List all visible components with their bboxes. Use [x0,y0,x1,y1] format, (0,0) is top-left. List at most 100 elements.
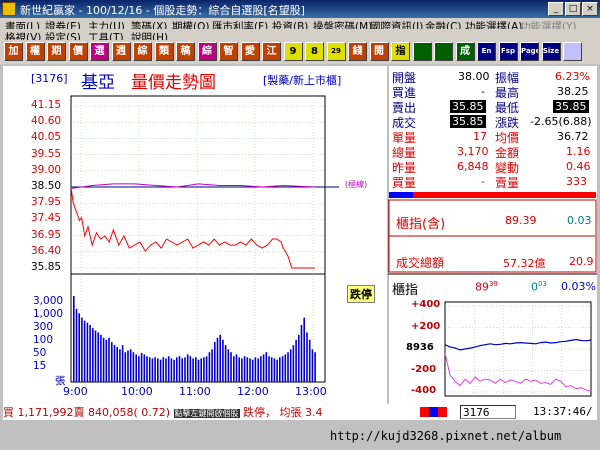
volume-bar [235,354,238,382]
volume-bar [192,358,194,382]
toolbar-button-3[interactable]: 價 [68,42,88,61]
volume-bar [167,356,170,382]
minimize-button[interactable]: _ [548,2,564,16]
toolbar-button-20[interactable] [434,42,453,61]
toolbar: 加權期價選週綜類稿綜智愛江 9 8 29 錢閱指成 En Fsp Page Size [0,40,600,64]
toolbar-button-13[interactable]: 9 [283,42,303,61]
toolbar-button-8[interactable]: 稿 [176,42,195,61]
volume-bar [270,357,273,382]
volume-bar [254,357,257,382]
volume-bar [83,320,86,382]
toolbar-button-25[interactable]: Size [541,42,561,61]
volume-bar [170,358,173,382]
volume-bar [246,357,249,382]
toolbar-button-7[interactable]: 類 [154,42,174,61]
volume-bar [94,330,97,382]
volume-bar [97,332,99,382]
toolbar-button-9[interactable]: 綜 [197,42,217,61]
market-label: [製藥/新上市櫃] [263,74,342,87]
time-tick: 9:00 [63,385,88,398]
volume-bar [268,356,270,382]
volume-bar [135,354,137,382]
toolbar-button-22[interactable]: En [477,42,496,61]
toolbar-button-21[interactable]: 成 [455,42,475,61]
toolbar-button-17[interactable]: 閱 [369,42,389,61]
turnover-value: 0.46 [566,160,591,173]
volume-bar [73,296,75,382]
volume-bar [227,349,230,382]
toolbar-button-1[interactable]: 權 [25,42,45,61]
toolbar-button-26[interactable] [563,42,582,61]
app-icon [2,2,16,16]
volume-bar [143,354,146,382]
volume-bar [186,354,189,382]
volume-bar [154,357,156,382]
volume-tick: 15 [33,360,47,372]
otc-chart-change-decimal: 03 [538,280,547,288]
toolbar-button-14[interactable]: 8 [305,42,324,61]
toolbar-button-6[interactable]: 綜 [133,42,152,61]
low-value: 35.85 [553,100,589,113]
volume-bar [124,352,127,382]
avg-price-value: 36.72 [557,130,589,143]
toolbar-button-0[interactable]: 加 [4,42,23,61]
volume-bar [105,339,108,382]
change-value: -2.65(6.88) [530,115,592,128]
stock-code-input[interactable] [460,405,516,419]
volume-bar [243,356,246,382]
limit-down-badge: 跌停 [347,285,375,303]
otc-tick: +400 [411,299,441,310]
volume-bar [113,345,116,382]
otc-chart-percent: 0.03% [561,280,596,293]
volume-bar [222,339,224,382]
volume-bar [178,356,181,382]
volume-bar [140,352,143,382]
volume-bar [300,325,303,382]
volume-bar [162,357,165,382]
high-value: 38.25 [557,85,589,98]
time-tick: 10:00 [121,385,153,398]
close-button[interactable]: × [582,2,598,16]
volume-bar [197,359,200,382]
toolbar-button-15[interactable]: 29 [326,42,346,61]
main-panel: [3176] 基亞 量價走勢圖 [製藥/新上市櫃] 41.15 40.60 40.0… [3,66,597,420]
volume-bar [233,356,235,382]
volume-bar [284,354,287,382]
volume-tick: 1,000 [33,308,64,320]
volume-bar [200,358,202,382]
volume-bar [211,349,213,382]
toolbar-button-16[interactable]: 錢 [348,42,367,61]
otc-tick: -200 [411,363,437,375]
toolbar-button-19[interactable] [412,42,432,61]
otc-index-value: 89.39 [505,214,537,227]
toolbar-button-23[interactable]: Fsp [498,42,518,61]
last-value: 35.85 [450,115,486,128]
ref-line-label: (極線) [345,180,368,189]
toolbar-button-10[interactable]: 智 [219,42,238,61]
otc-tick: -400 [411,385,437,396]
volume-bar [108,337,110,382]
volume-bar [75,308,78,382]
bid-value: - [481,85,485,98]
maximize-button[interactable]: □ [565,2,581,16]
volume-bar [314,352,316,382]
volume-bar [159,359,162,382]
toolbar-button-2[interactable]: 期 [47,42,66,61]
otc-chart-label: 櫃指 [392,283,419,298]
volume-bar [195,357,197,382]
price-tick: 37.45 [31,212,62,225]
url-text: http://kujd3268.pixnet.net/album [330,429,562,443]
volume-bar [89,325,91,382]
ask-value: 35.85 [450,100,486,113]
toolbar-button-11[interactable]: 愛 [240,42,260,61]
volume-bar [303,317,305,382]
toolbar-button-12[interactable]: 江 [262,42,281,61]
volume-bar [208,352,211,382]
otc-tick: 8936 [406,342,434,353]
toolbar-button-4[interactable]: 選 [90,42,109,61]
toolbar-button-18[interactable]: 指 [391,42,410,61]
toolbar-button-5[interactable]: 週 [111,42,131,61]
volume-bar [287,352,289,382]
toolbar-button-24[interactable]: Page [520,42,539,61]
volume-tick: 50 [33,347,47,359]
